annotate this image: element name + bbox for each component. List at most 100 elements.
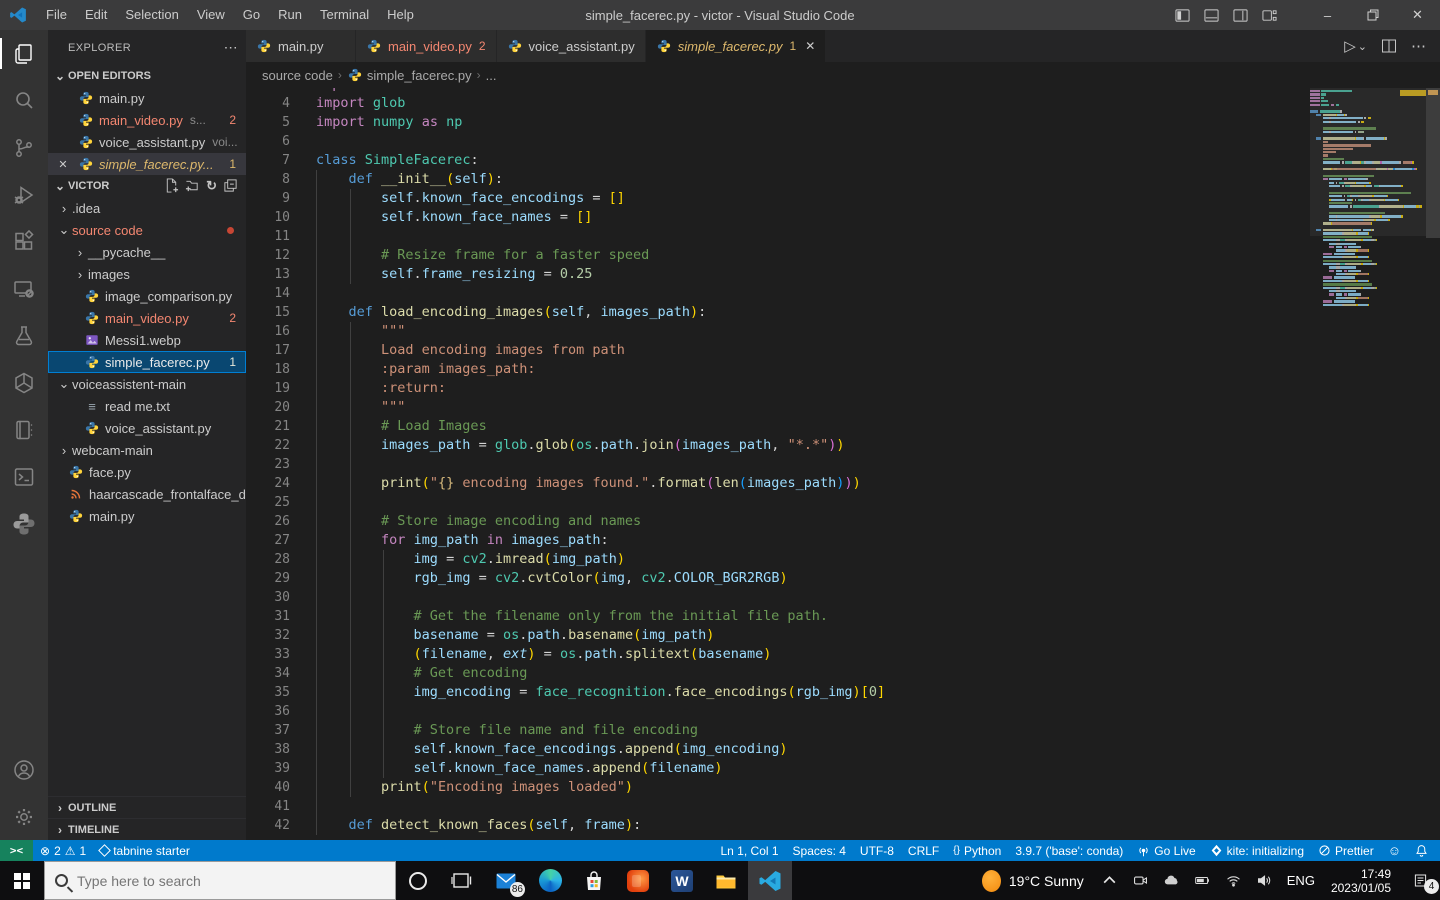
problems-indicator[interactable]: ⊗ 2 ⚠ 1 — [33, 844, 93, 858]
prettier-status[interactable]: Prettier — [1311, 844, 1381, 858]
onedrive-cloud-icon[interactable] — [1156, 861, 1187, 900]
menu-run[interactable]: Run — [269, 7, 311, 22]
vscode-app-icon[interactable] — [748, 861, 792, 900]
open-editors-header[interactable]: ⌄ OPEN EDITORS — [48, 65, 246, 87]
word-app-icon[interactable]: W — [660, 861, 704, 900]
start-button[interactable] — [0, 861, 44, 900]
open-editor-item[interactable]: voice_assistant.py voi... — [48, 131, 246, 153]
notification-center-icon[interactable]: 4 — [1400, 861, 1440, 900]
minimize-button[interactable]: – — [1305, 0, 1350, 30]
code-line-34[interactable]: 34 # Get encoding — [246, 664, 1310, 683]
tree-item-Messi1-webp[interactable]: Messi1.webp — [48, 329, 246, 351]
accounts-icon[interactable] — [0, 746, 48, 793]
toggle-panel-icon[interactable] — [1204, 8, 1219, 23]
outline-header[interactable]: › OUTLINE — [48, 796, 246, 818]
code-line-18[interactable]: 18 :param images_path: — [246, 360, 1310, 379]
explorer-more-actions-icon[interactable]: ⋯ — [224, 39, 238, 56]
tab-main-video-py[interactable]: main_video.py 2 — [356, 30, 497, 62]
toggle-sidebar-icon[interactable] — [1175, 8, 1190, 23]
hexagon-extension-icon[interactable] — [0, 359, 48, 406]
collapse-folders-icon[interactable] — [223, 178, 238, 194]
tree-item-images[interactable]: › images — [48, 263, 246, 285]
remote-explorer-icon[interactable] — [0, 265, 48, 312]
kite-status[interactable]: kite: initializing — [1203, 844, 1311, 858]
tree-item-image-comparison-py[interactable]: image_comparison.py — [48, 285, 246, 307]
task-view-button[interactable] — [440, 861, 484, 900]
breadcrumb-folder[interactable]: source code — [262, 68, 333, 83]
tree-item-source-code[interactable]: ⌄ source code — [48, 219, 246, 241]
tree-item-main-py[interactable]: main.py — [48, 505, 246, 527]
workspace-header[interactable]: ⌄ VICTOR ↻ — [48, 175, 246, 197]
code-line-5[interactable]: 5 import numpy as np — [246, 113, 1310, 132]
meet-now-icon[interactable] — [1125, 861, 1156, 900]
mail-app-icon[interactable]: 86 — [484, 861, 528, 900]
code-line-31[interactable]: 31 # Get the filename only from the init… — [246, 607, 1310, 626]
code-line-27[interactable]: 27 for img_path in images_path: — [246, 531, 1310, 550]
code-line-8[interactable]: 8 def __init__(self): — [246, 170, 1310, 189]
code-line-14[interactable]: 14 — [246, 284, 1310, 303]
tab-simple-facerec-py[interactable]: simple_facerec.py 1 ✕ — [645, 30, 827, 62]
wifi-icon[interactable] — [1218, 861, 1249, 900]
explorer-icon[interactable] — [0, 30, 48, 77]
code-line-29[interactable]: 29 rgb_img = cv2.cvtColor(img, cv2.COLOR… — [246, 569, 1310, 588]
terminal-extension-icon[interactable] — [0, 453, 48, 500]
extensions-icon[interactable] — [0, 218, 48, 265]
minimap[interactable] — [1310, 88, 1426, 840]
tree-item-read-me-txt[interactable]: ≡ read me.txt — [48, 395, 246, 417]
timeline-header[interactable]: › TIMELINE — [48, 818, 246, 840]
tabnine-status[interactable]: tabnine starter — [93, 844, 197, 858]
cursor-position[interactable]: Ln 1, Col 1 — [714, 844, 786, 858]
code-line-33[interactable]: 33 (filename, ext) = os.path.splitext(ba… — [246, 645, 1310, 664]
code-line-6[interactable]: 6 — [246, 132, 1310, 151]
code-line-10[interactable]: 10 self.known_face_names = [] — [246, 208, 1310, 227]
tree-item-face-py[interactable]: face.py — [48, 461, 246, 483]
testing-flask-icon[interactable] — [0, 312, 48, 359]
code-line-12[interactable]: 12 # Resize frame for a faster speed — [246, 246, 1310, 265]
volume-icon[interactable] — [1249, 861, 1280, 900]
eol-setting[interactable]: CRLF — [901, 844, 946, 858]
menu-terminal[interactable]: Terminal — [311, 7, 378, 22]
tree-item--idea[interactable]: › .idea — [48, 197, 246, 219]
code-line-16[interactable]: 16 """ — [246, 322, 1310, 341]
weather-widget[interactable]: 19°C Sunny — [972, 869, 1094, 892]
menu-selection[interactable]: Selection — [116, 7, 187, 22]
open-editor-item[interactable]: ✕ simple_facerec.py... 1 — [48, 153, 246, 175]
code-line-38[interactable]: 38 self.known_face_encodings.append(img_… — [246, 740, 1310, 759]
remote-indicator[interactable]: >< — [0, 840, 33, 861]
code-line-28[interactable]: 28 img = cv2.imread(img_path) — [246, 550, 1310, 569]
new-file-icon[interactable] — [164, 178, 179, 194]
code-line-13[interactable]: 13 self.frame_resizing = 0.25 — [246, 265, 1310, 284]
battery-icon[interactable] — [1187, 861, 1218, 900]
tree-item-simple-facerec-py[interactable]: simple_facerec.py 1 — [48, 351, 246, 373]
notifications-bell-icon[interactable] — [1408, 844, 1440, 857]
code-line-22[interactable]: 22 images_path = glob.glob(os.path.join(… — [246, 436, 1310, 455]
code-line-4[interactable]: 4 import glob — [246, 94, 1310, 113]
cortana-button[interactable] — [396, 861, 440, 900]
code-line-30[interactable]: 30 — [246, 588, 1310, 607]
menu-file[interactable]: File — [37, 7, 76, 22]
notebook-extension-icon[interactable] — [0, 406, 48, 453]
indentation-setting[interactable]: Spaces: 4 — [786, 844, 853, 858]
code-line-15[interactable]: 15 def load_encoding_images(self, images… — [246, 303, 1310, 322]
code-line-9[interactable]: 9 self.known_face_encodings = [] — [246, 189, 1310, 208]
code-line-21[interactable]: 21 # Load Images — [246, 417, 1310, 436]
code-line-19[interactable]: 19 :return: — [246, 379, 1310, 398]
python-extension-icon[interactable] — [0, 500, 48, 547]
office-app-icon[interactable] — [616, 861, 660, 900]
code-line-35[interactable]: 35 img_encoding = face_recognition.face_… — [246, 683, 1310, 702]
taskbar-search[interactable] — [44, 861, 396, 900]
run-python-file-button[interactable]: ▷ ⌄ — [1344, 37, 1367, 55]
python-interpreter[interactable]: 3.9.7 ('base': conda) — [1008, 844, 1130, 858]
menu-edit[interactable]: Edit — [76, 7, 116, 22]
language-mode[interactable]: {} Python — [946, 844, 1008, 858]
editor-scrollbar[interactable] — [1426, 88, 1440, 840]
tree-item-voice-assistant-py[interactable]: voice_assistant.py — [48, 417, 246, 439]
search-icon[interactable] — [0, 77, 48, 124]
feedback-icon[interactable]: ☺ — [1381, 843, 1408, 858]
encoding-setting[interactable]: UTF-8 — [853, 844, 901, 858]
close-window-button[interactable]: ✕ — [1395, 0, 1440, 30]
code-line-23[interactable]: 23 — [246, 455, 1310, 474]
customize-layout-icon[interactable] — [1262, 8, 1277, 23]
clock[interactable]: 17:49 2023/01/05 — [1322, 867, 1400, 895]
refresh-icon[interactable]: ↻ — [206, 178, 217, 194]
